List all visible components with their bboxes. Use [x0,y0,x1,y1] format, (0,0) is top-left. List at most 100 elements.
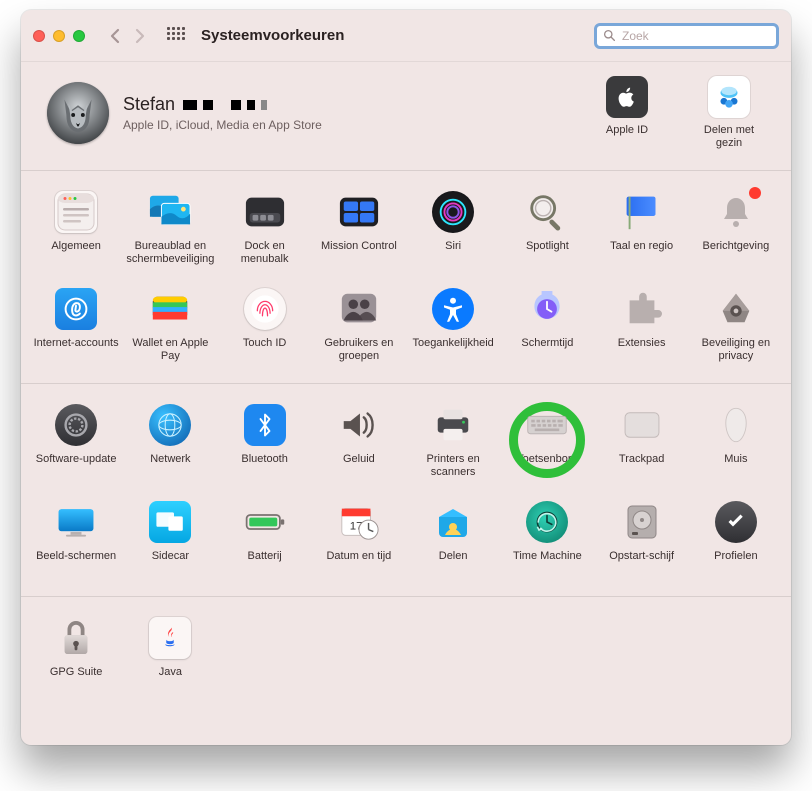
pref-keyboard[interactable]: Toetsenbord [500,398,594,495]
pref-touch-id[interactable]: Touch ID [218,282,312,379]
java-icon [149,617,191,659]
pref-sharing[interactable]: Delen [406,495,500,592]
pref-mission-control-label: Mission Control [314,240,404,266]
pref-extensions[interactable]: Extensies [595,282,689,379]
pref-displays[interactable]: Beeld-schermen [29,495,123,592]
pref-time-machine[interactable]: Time Machine [500,495,594,592]
pref-mission-control[interactable]: Mission Control [312,185,406,282]
pref-internet-accounts[interactable]: Internet-accounts [29,282,123,379]
pref-battery[interactable]: Batterij [218,495,312,592]
pref-dock[interactable]: Dock en menubalk [218,185,312,282]
general-icon [55,191,97,233]
pref-siri[interactable]: Siri [406,185,500,282]
pref-profiles[interactable]: Profielen [689,495,783,592]
pref-accessibility[interactable]: Toegankelijkheid [406,282,500,379]
pref-date-time[interactable]: 17 Datum en tijd [312,495,406,592]
pref-users-groups-label: Gebruikers en groepen [314,337,404,363]
pref-gpg-suite[interactable]: GPG Suite [29,611,123,708]
gpg-suite-icon [55,617,97,659]
pref-wallet[interactable]: Wallet en Apple Pay [123,282,217,379]
pref-notifications-label: Berichtgeving [691,240,781,266]
pref-mouse-label: Muis [691,453,781,479]
pref-spotlight-label: Spotlight [502,240,592,266]
pref-spotlight[interactable]: Spotlight [500,185,594,282]
pref-printers-label: Printers en scanners [408,453,498,479]
security-icon [715,288,757,330]
pref-java-label: Java [125,666,215,692]
pref-section-3: GPG Suite Java [21,597,791,712]
accessibility-icon [432,288,474,330]
bluetooth-icon [244,404,286,446]
pref-language-region[interactable]: Taal en regio [595,185,689,282]
pref-mouse[interactable]: Muis [689,398,783,495]
minimize-window-button[interactable] [53,30,65,42]
pref-screen-time[interactable]: Schermtijd [500,282,594,379]
pref-displays-label: Beeld-schermen [31,550,121,576]
redacted-surname [183,100,267,110]
pref-screen-time-label: Schermtijd [502,337,592,363]
pref-trackpad-label: Trackpad [597,453,687,479]
pref-security[interactable]: Beveiliging en privacy [689,282,783,379]
sound-icon [338,404,380,446]
forward-button[interactable] [129,25,151,47]
mission-control-icon [338,191,380,233]
trackpad-icon [621,404,663,446]
pref-sound[interactable]: Geluid [312,398,406,495]
pref-accessibility-label: Toegankelijkheid [408,337,498,363]
pref-internet-accounts-label: Internet-accounts [31,337,121,363]
network-icon [149,404,191,446]
spotlight-icon [526,191,568,233]
pref-date-time-label: Datum en tijd [314,550,404,576]
pref-family-sharing[interactable]: Delen met gezin [693,76,765,150]
siri-icon [432,191,474,233]
pref-users-groups[interactable]: Gebruikers en groepen [312,282,406,379]
pref-notifications[interactable]: Berichtgeving [689,185,783,282]
search-input[interactable] [620,28,770,44]
internet-accounts-icon [55,288,97,330]
show-all-button[interactable] [167,27,185,45]
software-update-icon [55,404,97,446]
pref-software-update-label: Software-update [31,453,121,479]
pref-network[interactable]: Netwerk [123,398,217,495]
wallet-icon [149,288,191,330]
window-title: Systeemvoorkeuren [201,27,344,44]
pref-keyboard-label: Toetsenbord [502,453,592,479]
pref-security-label: Beveiliging en privacy [691,337,781,363]
pref-general[interactable]: Algemeen [29,185,123,282]
pref-trackpad[interactable]: Trackpad [595,398,689,495]
pref-bluetooth[interactable]: Bluetooth [218,398,312,495]
pref-desktop-screensaver[interactable]: Bureaublad en schermbeveiliging [123,185,217,282]
pref-sidecar[interactable]: Sidecar [123,495,217,592]
pref-network-label: Netwerk [125,453,215,479]
family-sharing-icon [708,76,750,118]
pref-startup-disk[interactable]: Opstart-schijf [595,495,689,592]
pref-extensions-label: Extensies [597,337,687,363]
pref-touch-id-label: Touch ID [220,337,310,363]
search-field[interactable] [594,23,779,49]
pref-section-2: Software-update Netwerk Bluetooth Geluid… [21,384,791,597]
pref-bluetooth-label: Bluetooth [220,453,310,479]
pref-time-machine-label: Time Machine [502,550,592,576]
pref-printers[interactable]: Printers en scanners [406,398,500,495]
account-text: Stefan Apple ID, iCloud, Media en App St… [123,93,322,133]
back-button[interactable] [103,25,125,47]
mouse-icon [715,404,757,446]
close-window-button[interactable] [33,30,45,42]
window-controls [33,30,85,42]
sidecar-icon [149,501,191,543]
pref-software-update[interactable]: Software-update [29,398,123,495]
pref-apple-id[interactable]: Apple ID [591,76,663,150]
notifications-icon [715,191,757,233]
wolf-avatar-icon [47,82,109,144]
dock-icon [244,191,286,233]
touch-id-icon [244,288,286,330]
pref-apple-id-label: Apple ID [591,124,663,150]
extensions-icon [621,288,663,330]
time-machine-icon [526,501,568,543]
pref-java[interactable]: Java [123,611,217,708]
pref-gpg-suite-label: GPG Suite [31,666,121,692]
keyboard-icon [526,404,568,446]
zoom-window-button[interactable] [73,30,85,42]
users-groups-icon [338,288,380,330]
user-avatar[interactable] [47,82,109,144]
